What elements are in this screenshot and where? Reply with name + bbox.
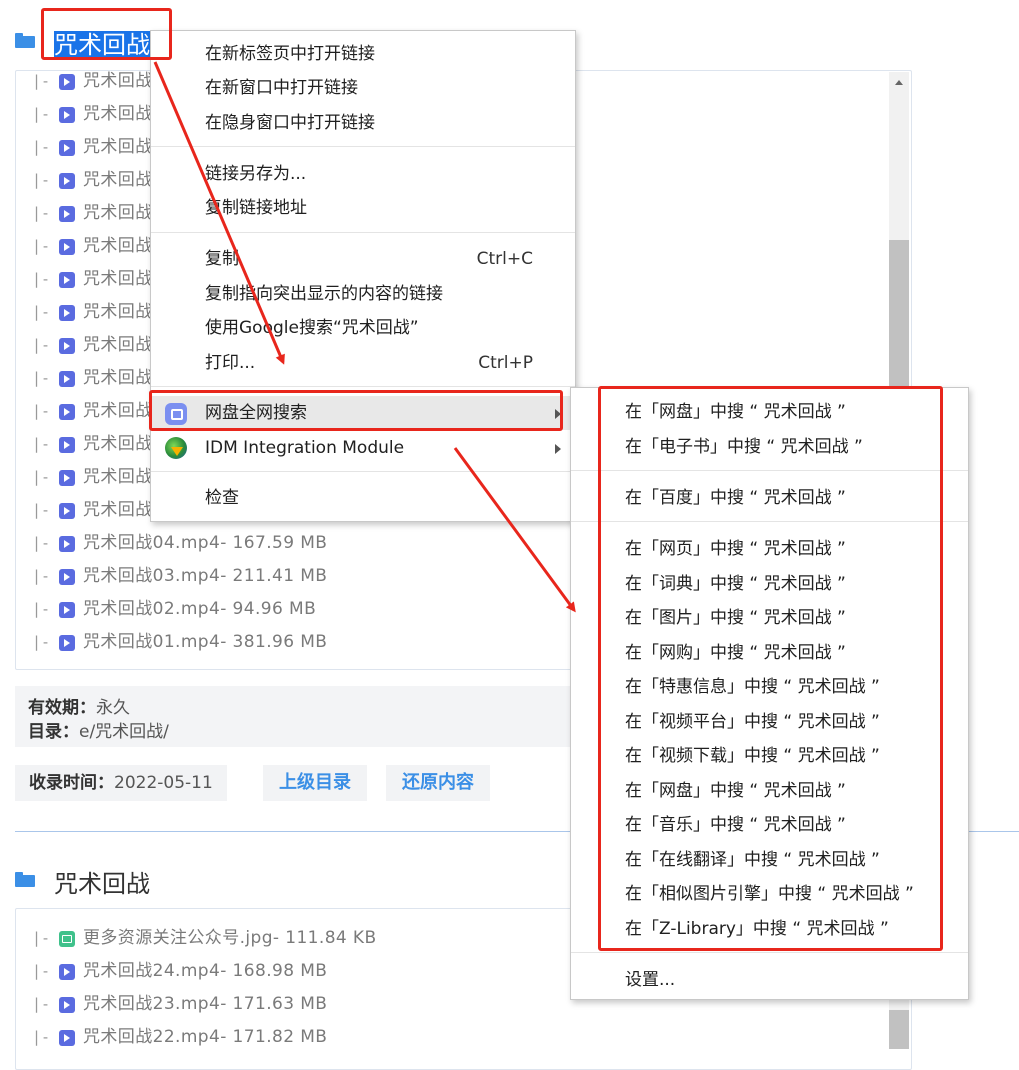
- folder-icon: [15, 33, 35, 48]
- submenu-settings[interactable]: 设置...: [571, 963, 968, 997]
- menu-idm-integration[interactable]: IDM Integration Module: [151, 431, 575, 465]
- menu-separator: [151, 386, 575, 387]
- menu-separator: [151, 146, 575, 147]
- menu-open-new-tab[interactable]: 在新标签页中打开链接: [151, 37, 575, 71]
- menu-open-incognito[interactable]: 在隐身窗口中打开链接: [151, 106, 575, 140]
- video-file-icon: [59, 74, 75, 90]
- video-file-icon: [59, 536, 75, 552]
- menu-open-new-window[interactable]: 在新窗口中打开链接: [151, 71, 575, 105]
- menu-copy-link-to-highlight[interactable]: 复制指向突出显示的内容的链接: [151, 277, 575, 311]
- menu-save-link-as[interactable]: 链接另存为...: [151, 157, 575, 191]
- video-file-icon: [59, 437, 75, 453]
- restore-content-button[interactable]: 还原内容: [386, 765, 490, 801]
- added-date: 收录时间：2022-05-11: [15, 765, 227, 801]
- annotation-box-menu-item: [149, 390, 563, 431]
- video-file-icon: [59, 371, 75, 387]
- validity-value: 永久: [96, 698, 130, 718]
- video-file-icon: [59, 239, 75, 255]
- scrollbar-thumb[interactable]: [889, 240, 909, 390]
- video-file-icon: [59, 206, 75, 222]
- directory-value: e/咒术回战/: [79, 722, 169, 742]
- video-file-icon: [59, 338, 75, 354]
- video-file-icon: [59, 602, 75, 618]
- video-file-icon: [59, 997, 75, 1013]
- video-file-icon: [59, 964, 75, 980]
- validity-label: 有效期：: [28, 698, 96, 718]
- scrollbar-thumb[interactable]: [889, 1010, 909, 1049]
- video-file-icon: [59, 272, 75, 288]
- video-file-icon: [59, 503, 75, 519]
- shortcut-ctrl-c: Ctrl+C: [476, 249, 533, 269]
- menu-google-search[interactable]: 使用Google搜索“咒术回战”: [151, 311, 575, 345]
- annotation-box-title: [41, 8, 172, 60]
- scroll-up-arrow-icon[interactable]: [895, 80, 903, 85]
- menu-separator: [151, 232, 575, 233]
- video-file-icon: [59, 470, 75, 486]
- info-panel: 有效期：永久 目录：e/咒术回战/: [15, 686, 575, 747]
- image-file-icon: [59, 931, 75, 947]
- video-file-icon: [59, 1030, 75, 1046]
- context-menu: 在新标签页中打开链接 在新窗口中打开链接 在隐身窗口中打开链接 链接另存为...…: [150, 30, 576, 522]
- chevron-right-icon: [555, 444, 561, 454]
- video-file-icon: [59, 569, 75, 585]
- directory-label: 目录：: [28, 722, 79, 742]
- section-title[interactable]: 咒术回战: [54, 864, 150, 899]
- video-file-icon: [59, 305, 75, 321]
- video-file-icon: [59, 635, 75, 651]
- menu-inspect[interactable]: 检查: [151, 481, 575, 515]
- menu-copy-link-address[interactable]: 复制链接地址: [151, 191, 575, 225]
- idm-icon: [165, 437, 187, 459]
- menu-print[interactable]: 打印... Ctrl+P: [151, 346, 575, 380]
- video-file-icon: [59, 140, 75, 156]
- video-file-icon: [59, 404, 75, 420]
- video-file-icon: [59, 173, 75, 189]
- annotation-box-submenu: [598, 386, 943, 951]
- parent-directory-button[interactable]: 上级目录: [263, 765, 367, 801]
- shortcut-ctrl-p: Ctrl+P: [478, 353, 533, 373]
- menu-separator: [571, 952, 968, 953]
- menu-separator: [151, 471, 575, 472]
- menu-copy[interactable]: 复制 Ctrl+C: [151, 242, 575, 276]
- video-file-icon: [59, 107, 75, 123]
- folder-icon: [15, 872, 35, 887]
